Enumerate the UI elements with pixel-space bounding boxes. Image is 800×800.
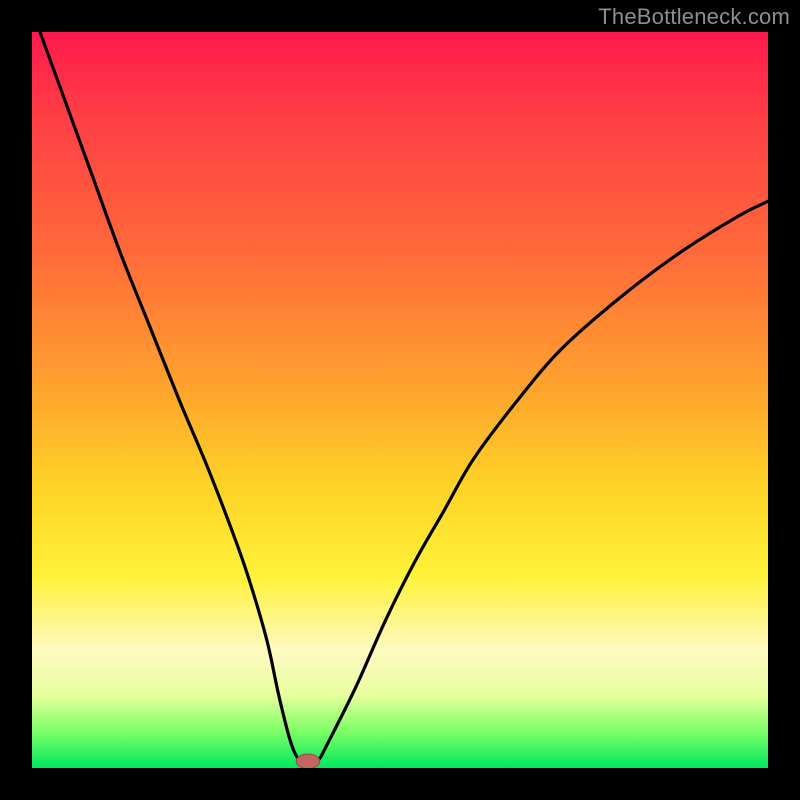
optimum-marker (296, 754, 320, 768)
watermark-text: TheBottleneck.com (598, 4, 790, 30)
plot-area (32, 32, 768, 768)
bottleneck-curve (32, 32, 768, 763)
bottleneck-chart (32, 32, 768, 768)
chart-frame: TheBottleneck.com (0, 0, 800, 800)
